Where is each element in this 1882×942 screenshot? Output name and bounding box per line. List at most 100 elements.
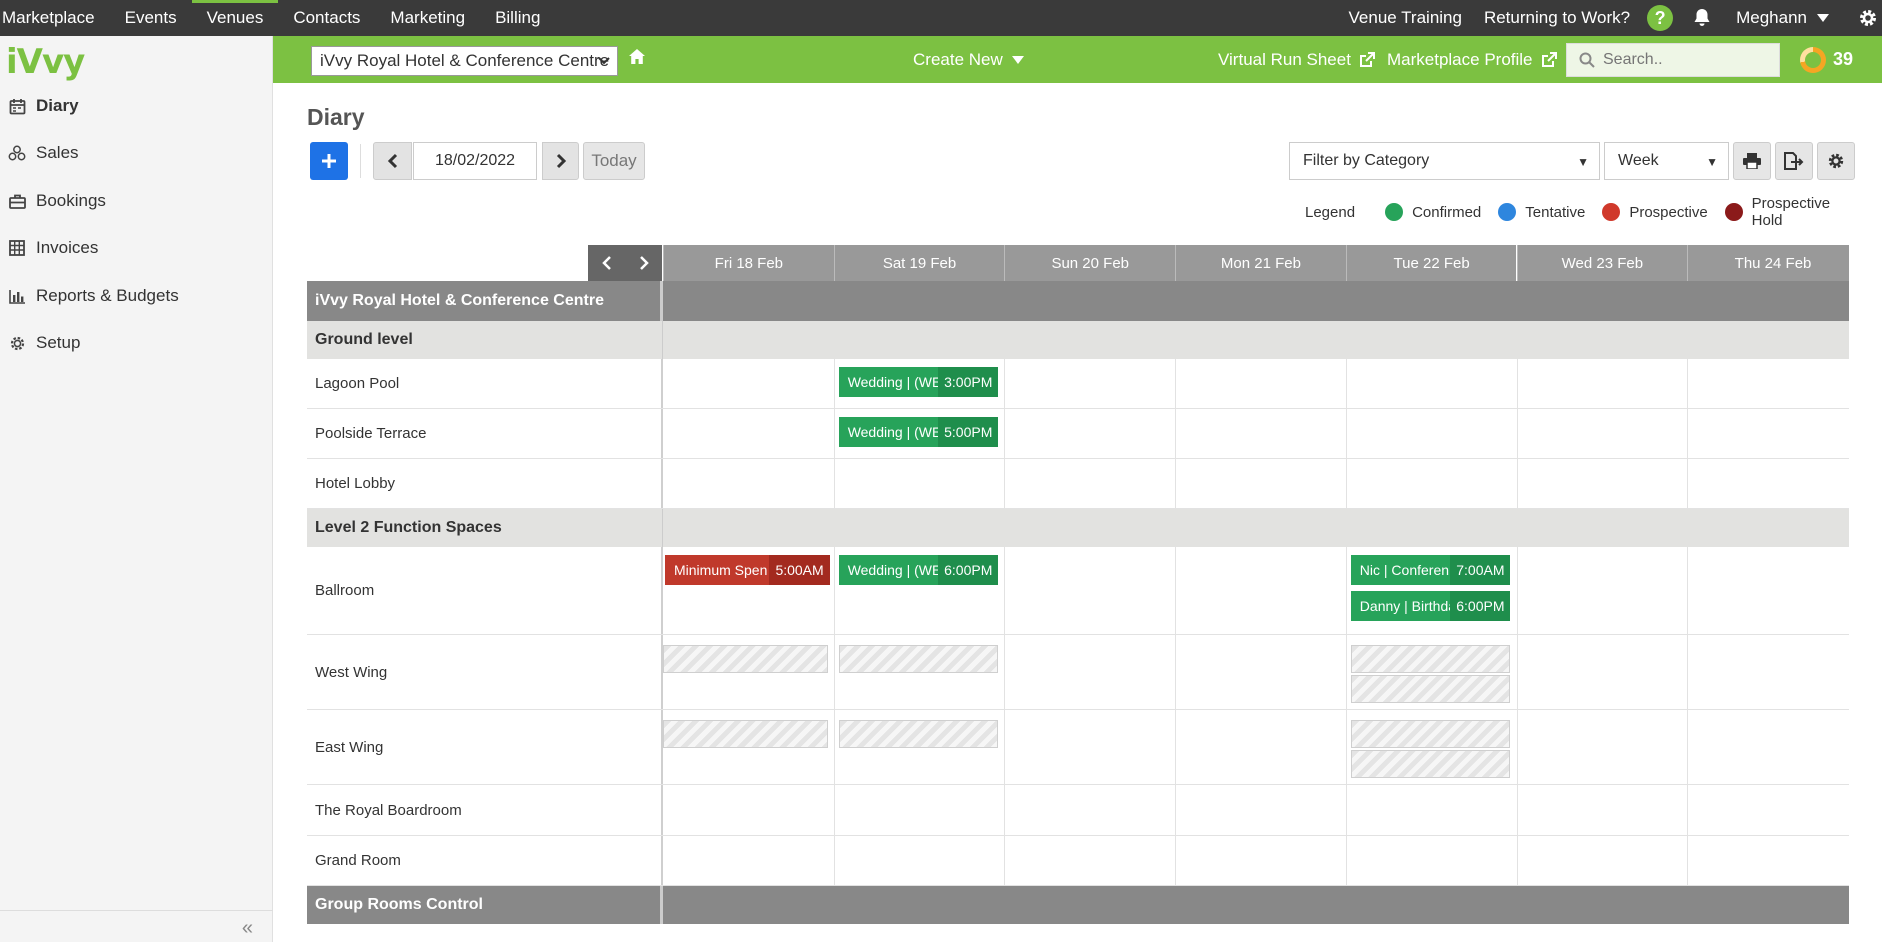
space-label[interactable]: West Wing: [307, 635, 663, 709]
booking-confirmed[interactable]: Nic | Conferen 7:00AM: [1350, 555, 1511, 585]
notifications-button[interactable]: [1679, 8, 1725, 28]
user-menu[interactable]: Meghann: [1725, 8, 1840, 28]
day-cell-divider: [1345, 459, 1347, 508]
day-header: Sun 20 Feb: [1004, 245, 1176, 281]
virtual-run-sheet-link[interactable]: Virtual Run Sheet: [1218, 36, 1375, 83]
search-box: [1566, 43, 1780, 77]
export-button[interactable]: [1775, 142, 1813, 180]
caret-down-icon: ▼: [1706, 155, 1718, 169]
sidebar-item-reports-and-budgets[interactable]: Reports & Budgets: [0, 278, 273, 314]
print-button[interactable]: [1733, 142, 1771, 180]
marketplace-profile-label: Marketplace Profile: [1387, 49, 1533, 69]
blocked-slot[interactable]: [1350, 645, 1511, 673]
gear-icon: [7, 333, 27, 353]
view-select[interactable]: Week ▼: [1604, 142, 1729, 180]
top-navigation: Marketplace Events Venues Contacts Marketing…: [0, 0, 1882, 36]
booking-prospective[interactable]: Minimum Spen 5:00AM: [665, 555, 830, 585]
add-button[interactable]: [310, 142, 348, 180]
venue-select[interactable]: iVvy Royal Hotel & Conference Centre: [311, 46, 618, 76]
booking-confirmed[interactable]: Wedding | (WE 5:00PM: [838, 417, 999, 447]
booking-name: Danny | Birthda: [1359, 598, 1451, 614]
space-label[interactable]: The Royal Boardroom: [307, 785, 663, 835]
previous-week-button[interactable]: [588, 245, 625, 281]
day-cell-divider: [833, 635, 835, 709]
progress-ring-icon[interactable]: [1800, 47, 1826, 73]
blocked-slot[interactable]: [1350, 675, 1511, 703]
briefcase-icon: [7, 191, 27, 211]
day-cell-divider: [1004, 635, 1006, 709]
blocked-slot[interactable]: [1350, 720, 1511, 748]
top-nav-marketplace[interactable]: Marketplace: [0, 0, 110, 36]
sidebar-item-label: Bookings: [36, 191, 106, 210]
blocked-slot[interactable]: [663, 645, 828, 673]
venue-training-link[interactable]: Venue Training: [1338, 8, 1473, 28]
search-icon: [1579, 52, 1595, 68]
create-new-button[interactable]: Create New: [913, 36, 1024, 83]
search-input[interactable]: [1603, 51, 1773, 69]
today-button[interactable]: Today: [583, 142, 645, 180]
day-cell-divider: [1687, 459, 1689, 508]
chevron-right-icon: [556, 153, 566, 169]
sidebar-item-bookings[interactable]: Bookings: [0, 183, 273, 219]
legend-label: Prospective Hold: [1751, 195, 1831, 229]
filter-by-category-select[interactable]: Filter by Category ▼: [1289, 142, 1600, 180]
diary-settings-button[interactable]: [1817, 142, 1855, 180]
day-cell-divider: [1516, 836, 1518, 885]
gear-icon: [1860, 10, 1876, 26]
top-nav-marketing[interactable]: Marketing: [375, 0, 480, 36]
ivvy-logo[interactable]: iVvy: [6, 42, 85, 82]
marketplace-profile-link[interactable]: Marketplace Profile: [1387, 36, 1557, 83]
blocked-slot[interactable]: [838, 645, 999, 673]
blocked-slot[interactable]: [1350, 750, 1511, 778]
collapse-sidebar-icon[interactable]: «: [242, 917, 253, 940]
space-label[interactable]: Ballroom: [307, 547, 663, 634]
virtual-run-sheet-label: Virtual Run Sheet: [1218, 49, 1351, 69]
venue-row-group-rooms-control: Group Rooms Control: [307, 886, 1849, 924]
space-label[interactable]: East Wing: [307, 710, 663, 784]
day-header: Mon 21 Feb: [1175, 245, 1346, 281]
space-label[interactable]: Poolside Terrace: [307, 409, 663, 458]
sidebar-item-diary[interactable]: Diary: [0, 88, 273, 124]
booking-confirmed[interactable]: Wedding | (WE 6:00PM: [838, 555, 999, 585]
date-input[interactable]: [413, 142, 537, 180]
top-nav-events[interactable]: Events: [110, 0, 192, 36]
day-cell-divider: [1345, 785, 1347, 835]
external-link-icon: [1359, 51, 1375, 67]
chevron-down-icon: [598, 57, 610, 65]
settings-button[interactable]: [1840, 8, 1882, 28]
next-date-button[interactable]: [542, 142, 579, 180]
sidebar-item-setup[interactable]: Setup: [0, 325, 273, 361]
blocked-slot[interactable]: [838, 720, 999, 748]
top-nav-venues[interactable]: Venues: [191, 0, 279, 36]
legend-dot-icon: [1724, 203, 1743, 221]
booking-name: Wedding | (WE: [847, 562, 939, 578]
top-nav-billing[interactable]: Billing: [480, 0, 555, 36]
sidebar-item-invoices[interactable]: Invoices: [0, 230, 273, 266]
space-label[interactable]: Grand Room: [307, 836, 663, 885]
day-cell-divider: [1345, 409, 1347, 458]
user-name: Meghann: [1736, 8, 1807, 27]
help-button[interactable]: ?: [1641, 5, 1679, 31]
table-icon: [7, 238, 27, 258]
day-cell-divider: [1516, 785, 1518, 835]
next-week-button[interactable]: [625, 245, 662, 281]
space-row-ballroom: Ballroom: [307, 547, 1849, 635]
space-label[interactable]: Hotel Lobby: [307, 459, 663, 508]
previous-date-button[interactable]: [373, 142, 412, 180]
day-cell-divider: [1687, 547, 1689, 634]
blocked-slot[interactable]: [663, 720, 828, 748]
top-nav-contacts[interactable]: Contacts: [278, 0, 375, 36]
day-cell-divider: [1516, 547, 1518, 634]
space-label[interactable]: Lagoon Pool: [307, 359, 663, 408]
day-cell-divider: [1175, 635, 1177, 709]
day-cell-divider: [833, 836, 835, 885]
day-cell-divider: [833, 359, 835, 408]
top-nav-menu: Marketplace Events Venues Contacts Marketing…: [0, 0, 555, 36]
booking-confirmed[interactable]: Wedding | (WE 3:00PM: [838, 367, 999, 397]
sidebar-item-sales[interactable]: Sales: [0, 135, 273, 171]
home-icon[interactable]: [628, 48, 646, 65]
booking-name: Minimum Spen: [674, 562, 768, 578]
chevron-left-icon: [601, 256, 611, 270]
returning-to-work-link[interactable]: Returning to Work?: [1473, 8, 1641, 28]
booking-confirmed[interactable]: Danny | Birthda 6:00PM: [1350, 591, 1511, 621]
